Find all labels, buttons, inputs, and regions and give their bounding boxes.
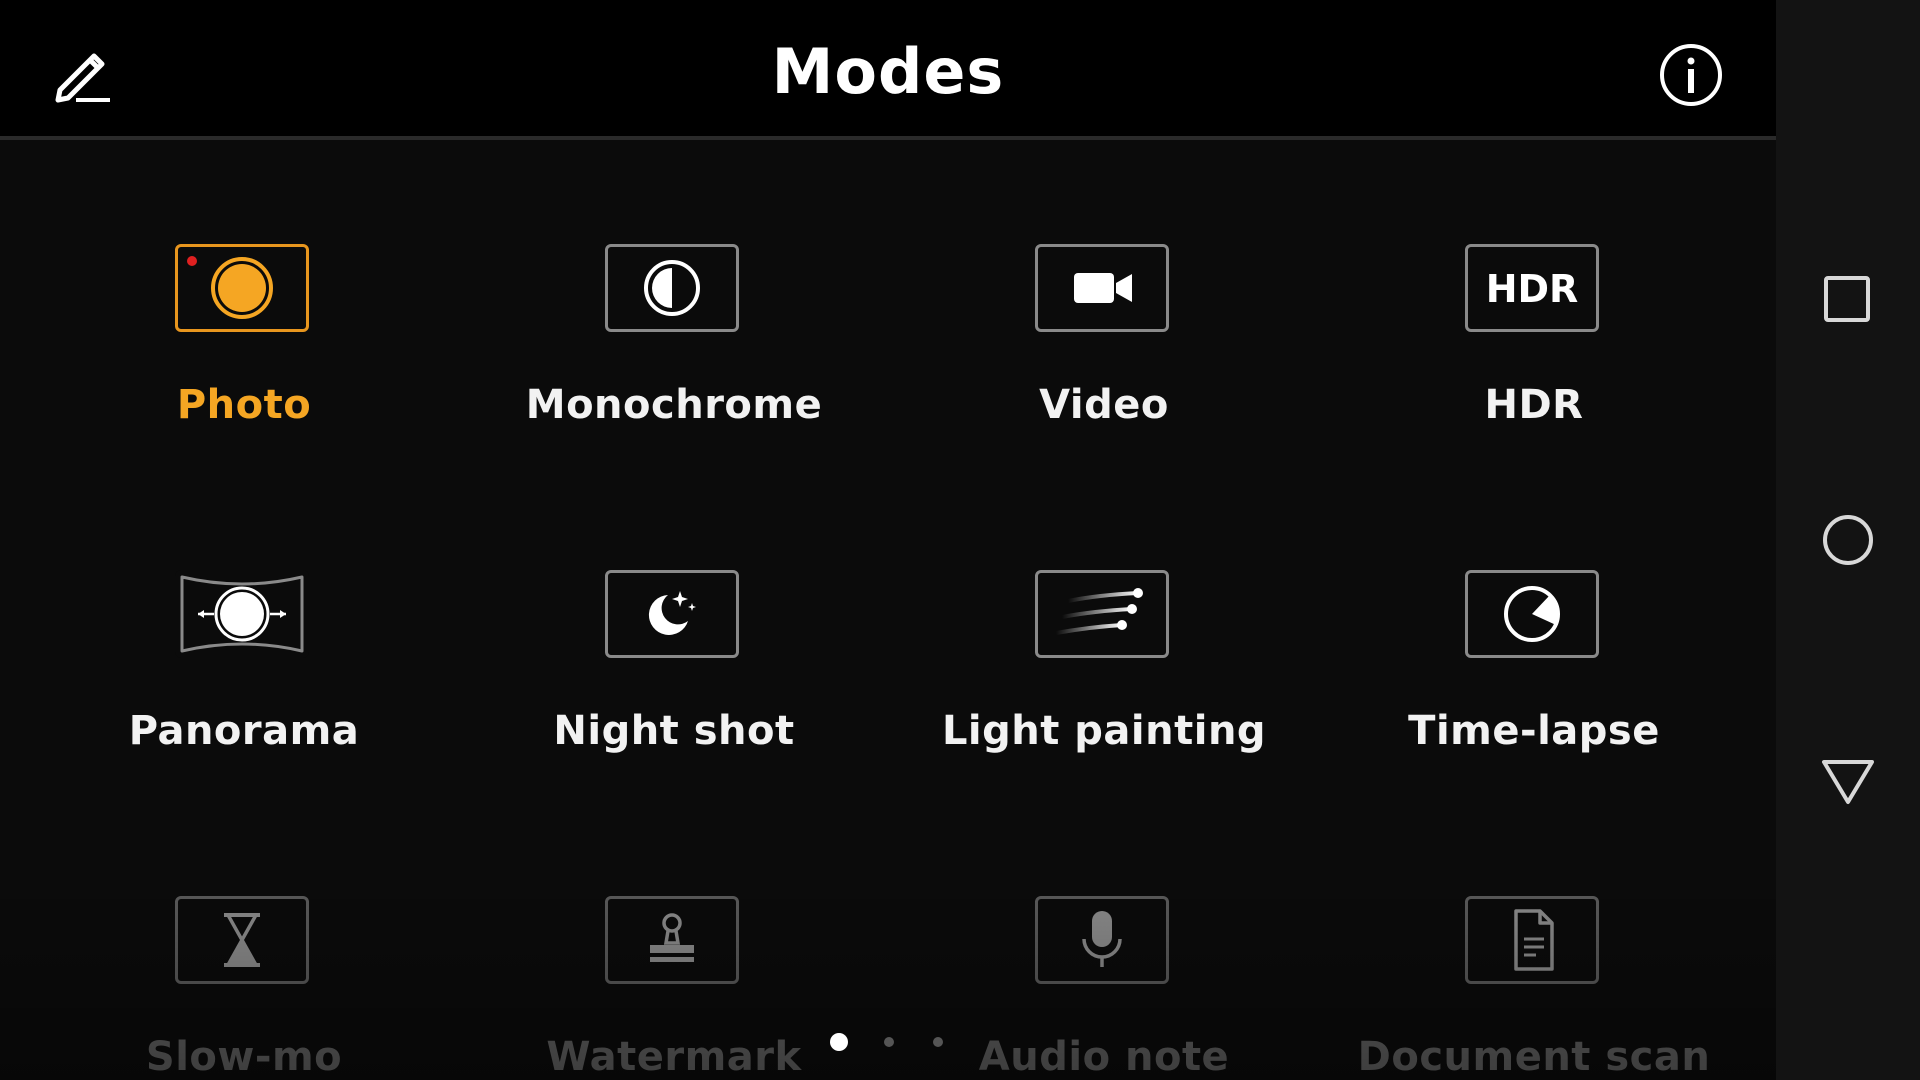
system-nav-bar xyxy=(1776,0,1920,1080)
night-moon-icon xyxy=(648,591,696,635)
mode-label: Slow-mo xyxy=(145,1034,343,1080)
microphone-icon xyxy=(1082,911,1122,967)
mode-label: Photo xyxy=(176,382,312,428)
light-trails-icon xyxy=(1055,588,1143,635)
modes-panel: Modes Photo Monochrome Video HDR HDR Pan… xyxy=(0,0,1776,1080)
video-camera-icon xyxy=(1074,273,1132,303)
hdr-icon: HDR xyxy=(1485,267,1579,311)
mode-label: Video xyxy=(1039,382,1169,428)
mode-night-shot[interactable]: Night shot xyxy=(474,470,874,770)
info-icon xyxy=(1660,44,1722,106)
info-button[interactable] xyxy=(1656,40,1726,110)
circle-home-icon xyxy=(1823,515,1873,565)
mode-photo[interactable]: Photo xyxy=(44,144,444,444)
mode-label: HDR xyxy=(1484,382,1584,428)
triangle-back-icon xyxy=(1822,760,1874,804)
recents-button[interactable] xyxy=(1812,264,1884,336)
mode-label: Night shot xyxy=(553,708,795,754)
page-indicator xyxy=(820,1030,960,1054)
pencil-icon xyxy=(55,53,110,103)
mode-monochrome[interactable]: Monochrome xyxy=(474,144,874,444)
mode-panorama[interactable]: Panorama xyxy=(44,470,444,770)
back-button[interactable] xyxy=(1812,744,1884,816)
page-dot-3[interactable] xyxy=(933,1037,943,1047)
mode-label: Time-lapse xyxy=(1408,708,1660,754)
mode-video[interactable]: Video xyxy=(904,144,1304,444)
mode-label: Panorama xyxy=(128,708,360,754)
photo-shutter-icon xyxy=(187,256,273,319)
modes-grid: Photo Monochrome Video HDR HDR Panorama … xyxy=(0,144,1776,1080)
mode-document-scan[interactable]: Document scan xyxy=(1334,796,1734,1080)
page-dot-1[interactable] xyxy=(830,1033,848,1051)
mode-label: Light painting xyxy=(941,708,1267,754)
mode-light-painting[interactable]: Light painting xyxy=(904,470,1304,770)
edit-button[interactable] xyxy=(46,38,118,110)
square-recents-icon xyxy=(1824,276,1870,322)
mode-label: Watermark xyxy=(546,1034,802,1080)
home-button[interactable] xyxy=(1812,504,1884,576)
stamp-icon xyxy=(650,913,694,962)
page-title: Modes xyxy=(771,35,1005,108)
mode-label: Document scan xyxy=(1357,1034,1711,1080)
monochrome-icon xyxy=(644,260,700,316)
mode-time-lapse[interactable]: Time-lapse xyxy=(1334,470,1734,770)
panorama-icon xyxy=(180,575,304,653)
mode-watermark[interactable]: Watermark xyxy=(474,796,874,1080)
mode-label: Audio note xyxy=(978,1034,1230,1080)
hourglass-icon xyxy=(224,913,260,967)
timelapse-icon xyxy=(1504,586,1560,642)
page-dot-2[interactable] xyxy=(884,1037,894,1047)
mode-label: Monochrome xyxy=(525,382,823,428)
document-icon xyxy=(1514,909,1554,971)
mode-slow-mo[interactable]: Slow-mo xyxy=(44,796,444,1080)
header-bar: Modes xyxy=(0,0,1776,140)
camera-modes-screen: Modes Photo Monochrome Video HDR HDR Pan… xyxy=(0,0,1920,1080)
mode-hdr[interactable]: HDR HDR xyxy=(1334,144,1734,444)
mode-audio-note[interactable]: Audio note xyxy=(904,796,1304,1080)
